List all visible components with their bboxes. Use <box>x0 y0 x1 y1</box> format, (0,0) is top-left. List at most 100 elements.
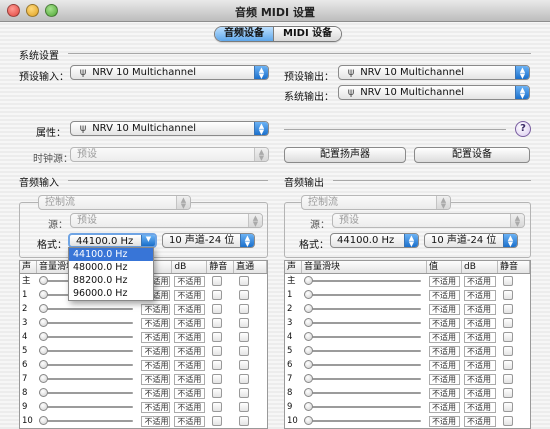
mute-checkbox[interactable] <box>503 346 513 356</box>
slider-knob[interactable] <box>304 290 313 299</box>
properties-popup[interactable]: ψ NRV 10 Multichannel ▲ ▼ <box>70 121 269 136</box>
mute-checkbox[interactable] <box>503 304 513 314</box>
mute-checkbox[interactable] <box>212 318 223 328</box>
mute-checkbox[interactable] <box>503 332 513 342</box>
value-field[interactable]: 不适用 <box>141 415 171 427</box>
thru-checkbox[interactable] <box>239 416 250 426</box>
slider-knob[interactable] <box>304 304 313 313</box>
value-field[interactable]: 不适用 <box>429 303 460 315</box>
db-field[interactable]: 不适用 <box>464 387 496 399</box>
db-field[interactable]: 不适用 <box>464 275 496 287</box>
value-field[interactable]: 不适用 <box>429 317 460 329</box>
value-field[interactable]: 不适用 <box>141 317 171 329</box>
slider-knob[interactable] <box>38 416 48 425</box>
slider-knob[interactable] <box>38 388 48 397</box>
db-field[interactable]: 不适用 <box>174 303 206 315</box>
slider-knob[interactable] <box>38 304 48 313</box>
volume-slider[interactable] <box>302 358 427 372</box>
mute-checkbox[interactable] <box>212 304 223 314</box>
thru-checkbox[interactable] <box>239 360 250 370</box>
tab-audio-devices[interactable]: 音频设备 <box>215 27 273 41</box>
input-channels-popup[interactable]: 10 声道-24 位 ▲ ▼ <box>162 233 255 248</box>
db-field[interactable]: 不适用 <box>174 331 206 343</box>
output-format-popup[interactable]: 44100.0 Hz ▲ ▼ <box>330 233 419 248</box>
volume-slider[interactable] <box>302 330 427 344</box>
mute-checkbox[interactable] <box>503 318 513 328</box>
value-field[interactable]: 不适用 <box>141 303 171 315</box>
slider-knob[interactable] <box>304 416 313 425</box>
db-field[interactable]: 不适用 <box>174 415 206 427</box>
value-field[interactable]: 不适用 <box>141 359 171 371</box>
mute-checkbox[interactable] <box>212 332 223 342</box>
db-field[interactable]: 不适用 <box>464 359 496 371</box>
mute-checkbox[interactable] <box>212 360 223 370</box>
slider-knob[interactable] <box>304 402 313 411</box>
db-field[interactable]: 不适用 <box>464 331 496 343</box>
db-field[interactable]: 不适用 <box>464 415 496 427</box>
volume-slider[interactable] <box>302 372 427 386</box>
tab-midi-devices[interactable]: MIDI 设备 <box>273 27 342 41</box>
thru-checkbox[interactable] <box>239 374 250 384</box>
clock-source-popup[interactable]: 预设 ▲ ▼ <box>70 147 269 162</box>
value-field[interactable]: 不适用 <box>429 373 460 385</box>
slider-knob[interactable] <box>304 276 313 285</box>
value-field[interactable]: 不适用 <box>141 373 171 385</box>
column-header[interactable]: dB <box>172 261 208 273</box>
volume-slider[interactable] <box>37 302 140 316</box>
value-field[interactable]: 不适用 <box>429 359 460 371</box>
mute-checkbox[interactable] <box>503 276 513 286</box>
column-header[interactable]: 静音 <box>207 261 235 273</box>
slider-knob[interactable] <box>38 346 48 355</box>
value-field[interactable]: 不适用 <box>429 415 460 427</box>
value-field[interactable]: 不适用 <box>141 401 171 413</box>
thru-checkbox[interactable] <box>239 304 250 314</box>
value-field[interactable]: 不适用 <box>429 345 460 357</box>
input-format-popup[interactable]: 44100.0 Hz ▼ <box>68 233 157 248</box>
column-header[interactable]: 音量滑块 <box>302 261 427 273</box>
mute-checkbox[interactable] <box>212 290 223 300</box>
db-field[interactable]: 不适用 <box>464 345 496 357</box>
thru-checkbox[interactable] <box>239 346 250 356</box>
slider-knob[interactable] <box>304 346 313 355</box>
mute-checkbox[interactable] <box>503 360 513 370</box>
column-header[interactable]: 声 <box>20 261 37 273</box>
column-header[interactable]: 值 <box>427 261 462 273</box>
slider-knob[interactable] <box>38 332 48 341</box>
slider-knob[interactable] <box>304 374 313 383</box>
value-field[interactable]: 不适用 <box>429 289 460 301</box>
slider-knob[interactable] <box>38 276 48 285</box>
format-option[interactable]: 48000.0 Hz <box>69 261 153 274</box>
help-button[interactable]: ? <box>515 121 531 137</box>
volume-slider[interactable] <box>302 274 427 288</box>
default-output-popup[interactable]: ψ NRV 10 Multichannel ▲ ▼ <box>338 65 530 80</box>
input-source-popup[interactable]: 预设 ▲ ▼ <box>70 213 263 228</box>
db-field[interactable]: 不适用 <box>464 401 496 413</box>
output-source-popup[interactable]: 预设 ▲ ▼ <box>332 213 525 228</box>
column-header[interactable]: 声 <box>285 261 302 273</box>
slider-knob[interactable] <box>38 374 48 383</box>
db-field[interactable]: 不适用 <box>174 373 206 385</box>
mute-checkbox[interactable] <box>503 374 513 384</box>
volume-slider[interactable] <box>37 344 140 358</box>
volume-slider[interactable] <box>37 316 140 330</box>
column-header[interactable]: 静音 <box>498 261 530 273</box>
db-field[interactable]: 不适用 <box>174 317 206 329</box>
volume-slider[interactable] <box>37 372 140 386</box>
slider-knob[interactable] <box>38 360 48 369</box>
db-field[interactable]: 不适用 <box>464 373 496 385</box>
column-header[interactable]: dB <box>462 261 498 273</box>
volume-slider[interactable] <box>37 414 140 428</box>
thru-checkbox[interactable] <box>239 318 250 328</box>
format-option[interactable]: 88200.0 Hz <box>69 274 153 287</box>
volume-slider[interactable] <box>37 358 140 372</box>
value-field[interactable]: 不适用 <box>141 331 171 343</box>
thru-checkbox[interactable] <box>239 402 250 412</box>
configure-speakers-button[interactable]: 配置扬声器 <box>284 147 406 163</box>
thru-checkbox[interactable] <box>239 276 250 286</box>
volume-slider[interactable] <box>37 400 140 414</box>
input-stream-popup[interactable]: 控制流 ▲ ▼ <box>38 195 191 210</box>
volume-slider[interactable] <box>302 316 427 330</box>
slider-knob[interactable] <box>38 402 48 411</box>
value-field[interactable]: 不适用 <box>429 275 460 287</box>
mute-checkbox[interactable] <box>503 388 513 398</box>
